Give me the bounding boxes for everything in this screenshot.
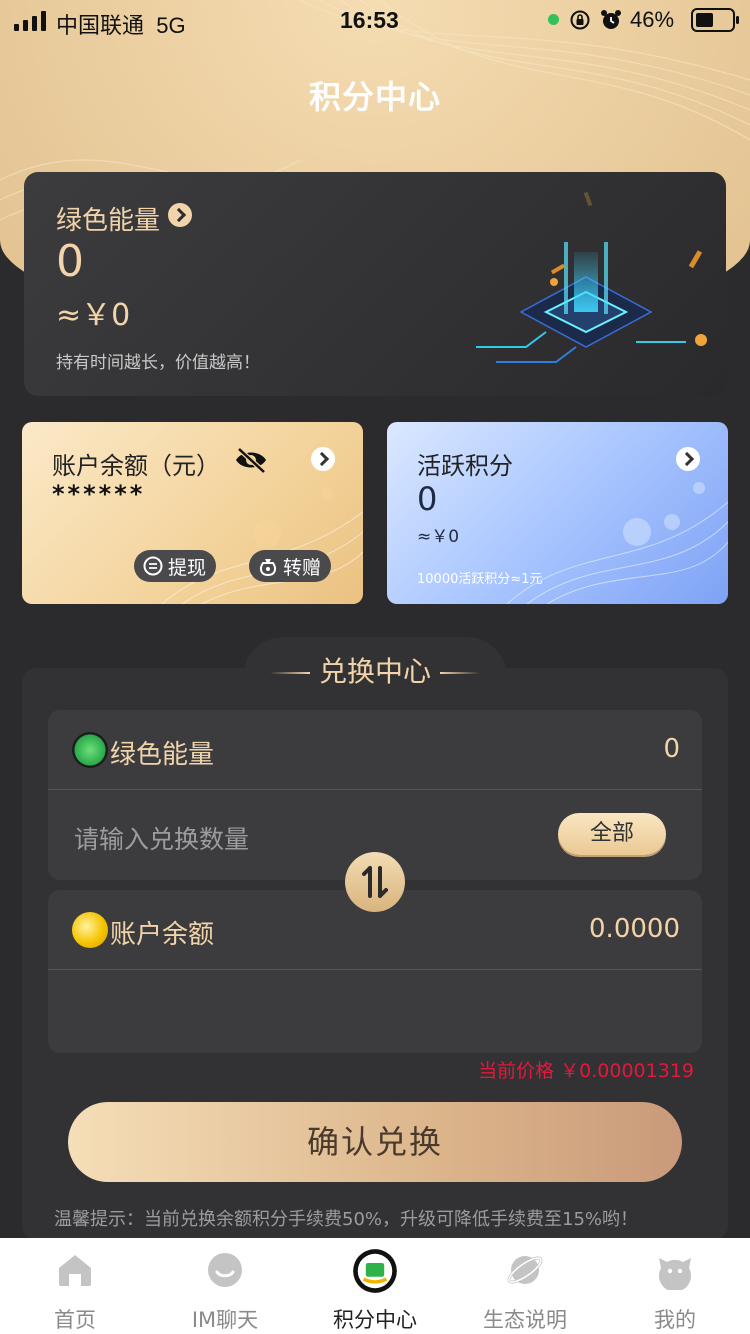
tab-points-center[interactable]: 积分中心 xyxy=(300,1238,450,1334)
green-energy-cny-value: ≈￥0 xyxy=(56,298,131,333)
exchange-title: 兑换中心 xyxy=(243,650,507,690)
battery-percentage: 46% xyxy=(630,7,675,32)
carrier-label: 中国联通 5G xyxy=(56,13,186,38)
tab-label: 积分中心 xyxy=(333,1308,417,1332)
page-title: 积分中心 xyxy=(308,78,441,116)
divider xyxy=(48,969,702,970)
withdraw-button[interactable]: 提现 xyxy=(134,550,217,582)
privacy-indicator xyxy=(548,14,559,25)
bottom-tab-bar: 首页 IM聊天 积分中心 生态说明 我的 xyxy=(0,1238,750,1334)
rotation-lock-icon xyxy=(570,10,590,30)
divider xyxy=(48,789,702,790)
to-currency-value: 0.0000 xyxy=(589,914,680,944)
to-currency-label: 账户余额 xyxy=(110,920,215,950)
from-currency-label: 绿色能量 xyxy=(110,740,215,770)
tab-profile[interactable]: 我的 xyxy=(600,1238,750,1334)
planet-icon xyxy=(507,1256,543,1284)
active-points-value: 0 xyxy=(417,480,438,518)
eye-hidden-icon[interactable] xyxy=(234,446,268,474)
tab-home[interactable]: 首页 xyxy=(0,1238,150,1334)
alarm-icon xyxy=(601,10,621,29)
active-points-rule: 10000活跃积分≈1元 xyxy=(417,572,543,587)
tab-im-chat[interactable]: IM聊天 xyxy=(150,1238,300,1334)
exchange-to-box: 账户余额 0.0000 xyxy=(48,890,702,1053)
withdraw-icon xyxy=(143,556,163,576)
current-price: 当前价格 ￥0.00001319 xyxy=(478,1060,694,1082)
account-balance-title: 账户余额（元） xyxy=(52,452,220,480)
title-decoration-line xyxy=(270,672,311,674)
chat-icon xyxy=(208,1253,242,1287)
chip-illustration xyxy=(476,191,707,363)
all-button[interactable]: 全部 xyxy=(558,813,666,855)
tab-ecosystem[interactable]: 生态说明 xyxy=(450,1238,600,1334)
transfer-gift-label: 转赠 xyxy=(283,556,322,579)
transfer-gift-button[interactable]: 转赠 xyxy=(249,550,332,582)
green-energy-icon xyxy=(72,732,108,768)
profile-icon xyxy=(659,1258,691,1290)
fee-tip: 温馨提示：当前兑换余额积分手续费50%，升级可降低手续费至15%哟！ xyxy=(54,1209,639,1230)
green-energy-card[interactable]: 绿色能量 0 ≈￥0 持有时间越长，价值越高！ xyxy=(24,172,726,396)
clock: 16:53 xyxy=(340,7,399,33)
active-points-card[interactable]: 活跃积分 0 ≈￥0 10000活跃积分≈1元 xyxy=(387,422,728,604)
green-energy-value: 0 xyxy=(56,236,84,287)
withdraw-label: 提现 xyxy=(168,556,207,579)
status-bar: 中国联通 5G 16:53 46% xyxy=(0,0,750,44)
chevron-right-icon[interactable] xyxy=(676,447,700,471)
green-energy-hint: 持有时间越长，价值越高！ xyxy=(56,353,260,373)
from-currency-value: 0 xyxy=(663,734,680,764)
tab-label: 首页 xyxy=(54,1308,96,1332)
chevron-right-icon[interactable] xyxy=(311,447,335,471)
confirm-exchange-button[interactable]: 确认兑换 xyxy=(68,1102,682,1182)
battery-icon xyxy=(691,8,739,32)
tab-label: 我的 xyxy=(654,1308,696,1332)
title-decoration-line xyxy=(439,672,480,674)
signal-icon xyxy=(14,11,46,31)
money-bag-icon xyxy=(259,559,277,577)
account-balance-card[interactable]: 账户余额（元） ****** 提现 转赠 xyxy=(22,422,363,604)
exchange-quantity-input[interactable]: 请输入兑换数量 xyxy=(74,820,249,856)
active-points-cny-value: ≈￥0 xyxy=(417,527,460,547)
tab-label: 生态说明 xyxy=(483,1308,567,1332)
account-balance-masked: ****** xyxy=(52,480,146,508)
green-energy-title: 绿色能量 xyxy=(56,206,161,236)
home-icon xyxy=(59,1255,91,1286)
tab-label: IM聊天 xyxy=(191,1308,259,1332)
swap-button[interactable] xyxy=(345,852,405,912)
active-points-title: 活跃积分 xyxy=(417,452,513,480)
swap-arrows-icon xyxy=(362,866,388,898)
points-icon xyxy=(353,1249,397,1293)
gold-coin-icon xyxy=(72,912,108,948)
chevron-right-icon[interactable] xyxy=(168,203,192,227)
